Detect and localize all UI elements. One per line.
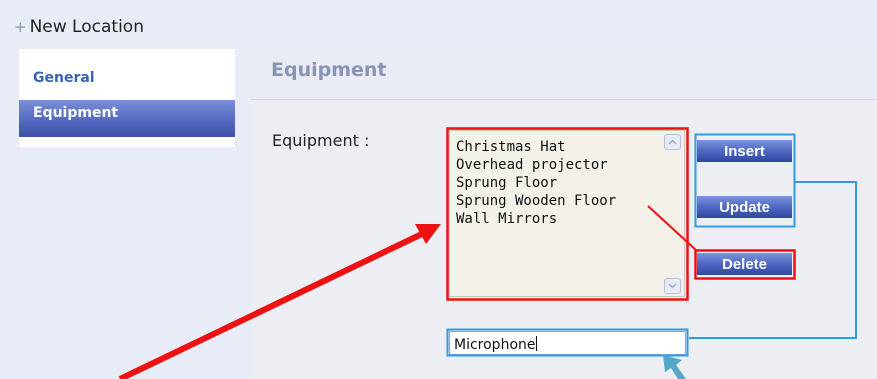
list-item[interactable]: Christmas Hat: [456, 138, 616, 156]
equipment-text-input[interactable]: Microphone: [449, 331, 686, 355]
chevron-up-icon: [668, 139, 677, 145]
input-value: Microphone: [454, 337, 536, 353]
section-title: Equipment: [271, 59, 387, 81]
window-title-text: New Location: [29, 17, 144, 37]
section-header: Equipment: [250, 49, 877, 99]
text-caret: [535, 336, 537, 351]
list-item[interactable]: Overhead projector: [456, 156, 616, 174]
scroll-down-button[interactable]: [664, 278, 681, 294]
listbox-scrollbar[interactable]: [664, 134, 682, 294]
equipment-field-label: Equipment :: [272, 131, 370, 150]
section-divider: [250, 99, 877, 100]
scroll-up-button[interactable]: [664, 134, 681, 150]
insert-button[interactable]: Insert: [697, 140, 792, 162]
list-item[interactable]: Wall Mirrors: [456, 210, 616, 228]
sidebar: General Equipment: [19, 49, 235, 147]
window-title: + New Location: [14, 17, 144, 37]
sidebar-item-equipment[interactable]: Equipment: [19, 100, 235, 137]
chevron-down-icon: [668, 283, 677, 289]
update-button[interactable]: Update: [697, 196, 792, 218]
list-item[interactable]: Sprung Floor: [456, 174, 616, 192]
equipment-list: Christmas Hat Overhead projector Sprung …: [456, 138, 616, 228]
plus-icon: +: [14, 18, 27, 36]
sidebar-item-label: Equipment: [33, 105, 119, 121]
sidebar-item-label: General: [33, 70, 95, 86]
equipment-listbox[interactable]: Christmas Hat Overhead projector Sprung …: [449, 130, 685, 297]
list-item[interactable]: Sprung Wooden Floor: [456, 192, 616, 210]
delete-button[interactable]: Delete: [697, 253, 792, 275]
sidebar-item-general[interactable]: General: [19, 58, 235, 98]
